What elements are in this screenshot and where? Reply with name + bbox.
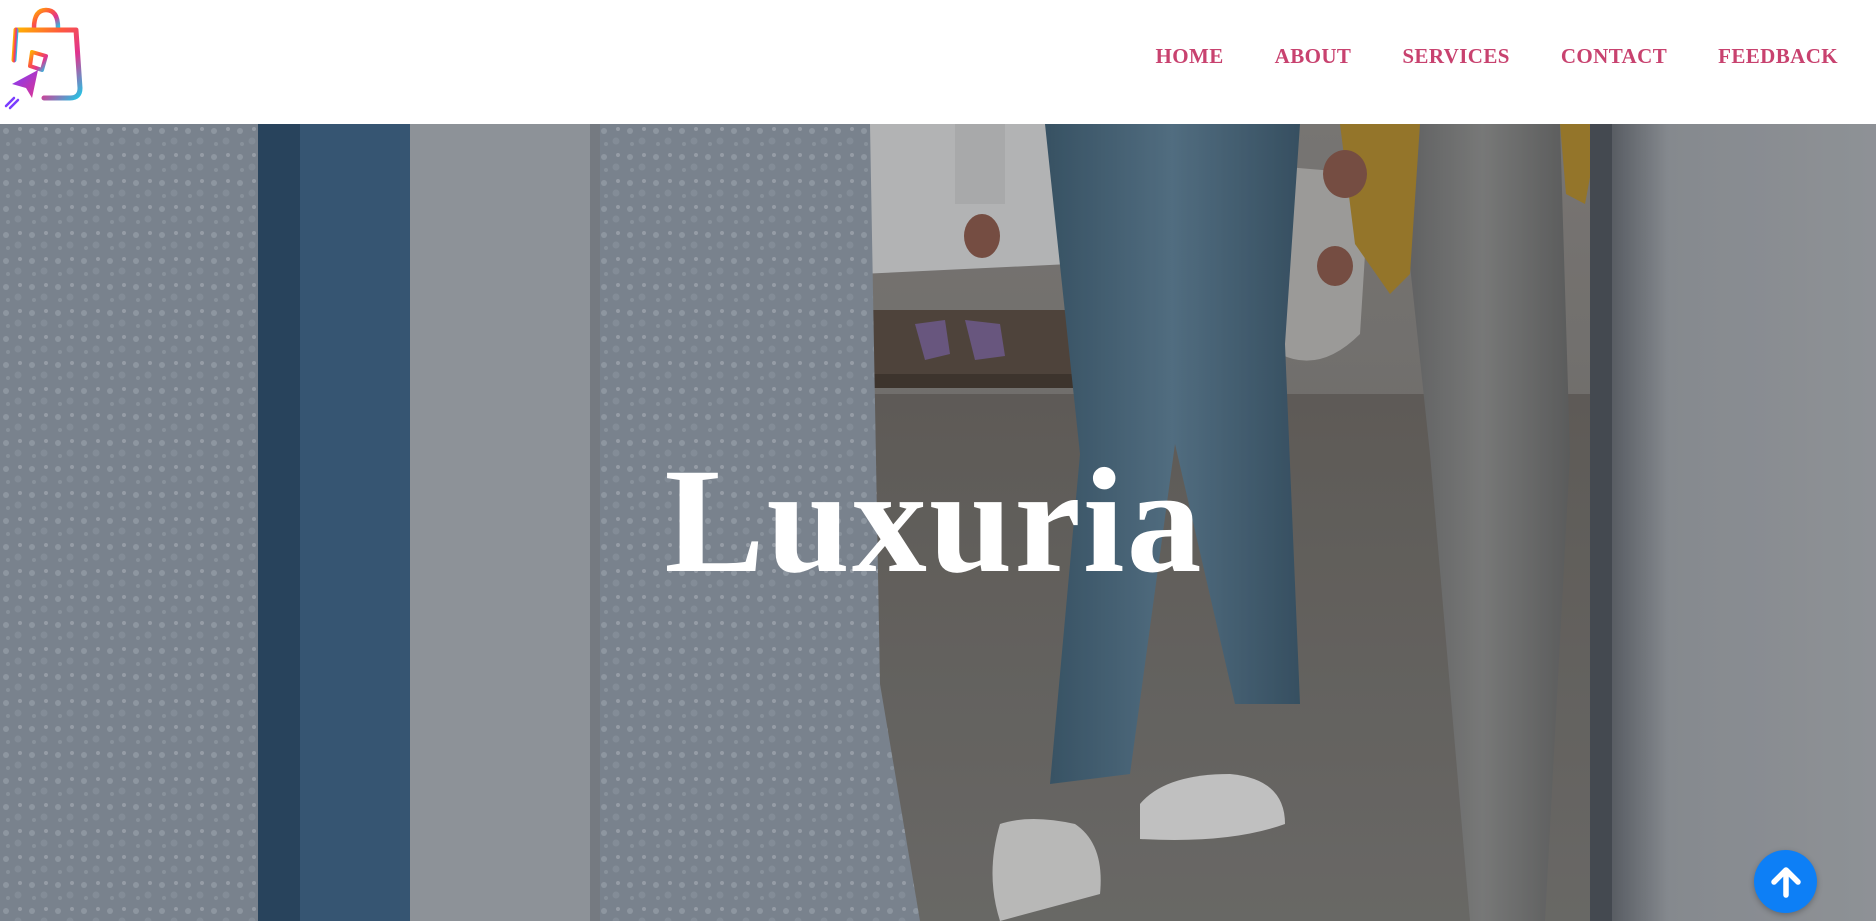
- shopping-bag-cursor-icon: [4, 7, 83, 110]
- hero-title: Luxuria: [664, 438, 1204, 604]
- nav-link-contact[interactable]: CONTACT: [1561, 44, 1667, 69]
- navbar: HOME ABOUT SERVICES CONTACT FEEDBACK: [0, 0, 1876, 124]
- nav-link-about[interactable]: ABOUT: [1275, 44, 1352, 69]
- logo[interactable]: [2, 4, 84, 110]
- nav-link-feedback[interactable]: FEEDBACK: [1718, 44, 1838, 69]
- nav-link-services[interactable]: SERVICES: [1402, 44, 1510, 69]
- hero-section: Luxuria: [0, 124, 1876, 921]
- nav-link-home[interactable]: HOME: [1156, 44, 1224, 69]
- scroll-to-top-button[interactable]: [1754, 850, 1817, 913]
- main-nav: HOME ABOUT SERVICES CONTACT FEEDBACK: [1156, 0, 1838, 112]
- arrow-up-icon: [1770, 866, 1801, 898]
